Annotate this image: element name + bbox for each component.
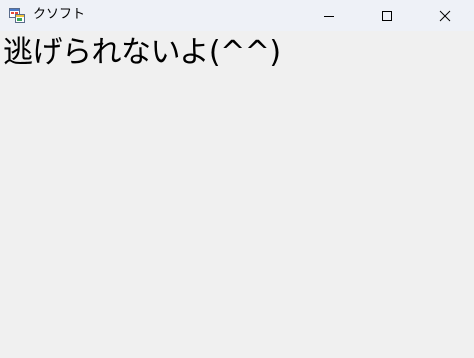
client-area: 逃げられないよ(^^) (0, 31, 474, 358)
window-title: クソフト (33, 7, 86, 22)
close-icon (439, 10, 451, 22)
message-label: 逃げられないよ(^^) (3, 35, 281, 70)
title-bar[interactable]: クソフト (0, 0, 474, 31)
maximize-button[interactable] (358, 0, 416, 31)
minimize-button[interactable] (300, 0, 358, 31)
application-form-icon (9, 7, 25, 23)
close-button[interactable] (416, 0, 474, 31)
app-window: クソフト 逃げられないよ(^^) (0, 0, 474, 358)
minimize-icon (323, 10, 335, 22)
maximize-icon (381, 10, 393, 22)
